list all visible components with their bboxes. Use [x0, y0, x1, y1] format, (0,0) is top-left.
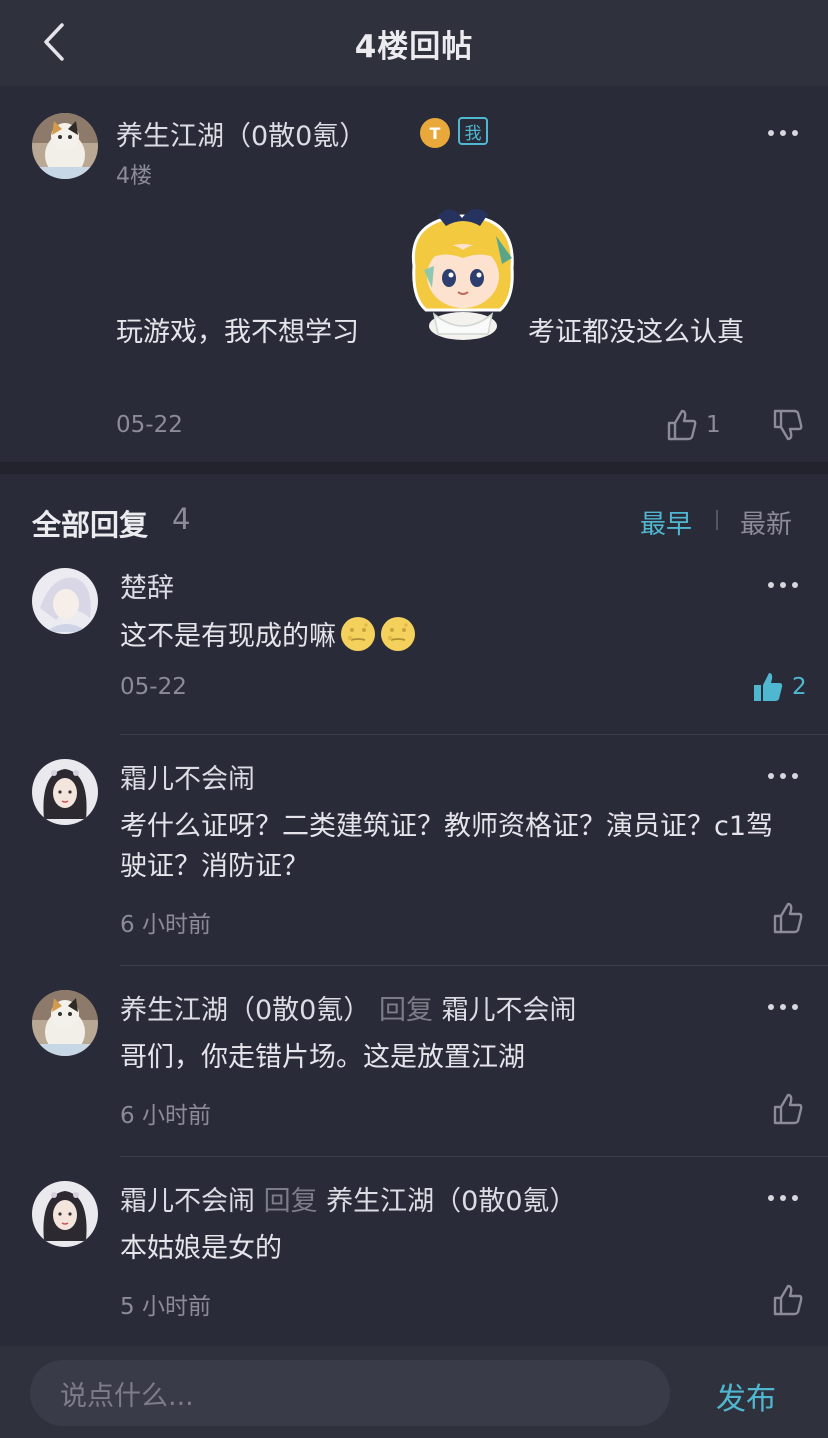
- dot-icon: [768, 1004, 774, 1010]
- thumbs-down-icon: [773, 409, 803, 441]
- moon-face-icon: [341, 617, 375, 651]
- dot-icon: [768, 773, 774, 779]
- reply-to-word: 回复: [263, 1186, 318, 1217]
- publish-button[interactable]: 发布: [716, 1374, 776, 1418]
- like-button[interactable]: [772, 1283, 804, 1317]
- reply-text-content: 这不是有现成的嘛: [120, 621, 336, 652]
- replies-title: 全部回复: [32, 508, 149, 542]
- reply-author-line: 霜儿不会闹 回复 养生江湖（0散0氪）: [120, 1179, 577, 1218]
- replies-count: 4: [172, 502, 191, 536]
- section-divider: [0, 462, 828, 474]
- anime-girl-sticker: [411, 208, 514, 340]
- reply-author-name[interactable]: 霜儿不会闹: [120, 1186, 255, 1217]
- replies-header: 全部回复 4 最早 最新: [0, 474, 828, 560]
- avatar[interactable]: [32, 568, 98, 634]
- avatar[interactable]: [32, 990, 98, 1056]
- reply-author-name[interactable]: 楚辞: [120, 566, 174, 605]
- reply-author-name[interactable]: 养生江湖（0散0氪）: [120, 995, 370, 1026]
- reply-item: 霜儿不会闹 回复 养生江湖（0散0氪） 本姑娘是女的 5 小时前: [0, 1173, 828, 1333]
- reply-target-name[interactable]: 养生江湖（0散0氪）: [326, 1186, 576, 1217]
- reply-target-name[interactable]: 霜儿不会闹: [442, 995, 577, 1026]
- reply-text: 哥们，你走错片场。这是放置江湖: [120, 1042, 525, 1073]
- moon-face-icon: [381, 617, 415, 651]
- dot-icon: [792, 773, 798, 779]
- dot-icon: [780, 130, 786, 136]
- reply-item: 霜儿不会闹 考什么证呀？二类建筑证？教师资格证？演员证？c1驾驶证？消防证？ 6…: [0, 751, 828, 967]
- thumbs-up-filled-icon: [754, 673, 783, 701]
- anime-avatar-image: [32, 568, 98, 634]
- floor-number: 4楼: [116, 164, 152, 189]
- thumbs-up-icon: [667, 409, 697, 441]
- like-count: 2: [792, 674, 807, 700]
- like-button[interactable]: [752, 670, 784, 704]
- dot-icon: [792, 130, 798, 136]
- comment-input[interactable]: 说点什么...: [30, 1360, 670, 1426]
- back-button[interactable]: [36, 20, 76, 64]
- top-nav-bar: 4楼回帖: [0, 0, 828, 86]
- more-options-button[interactable]: [768, 1002, 798, 1012]
- level-badge: T: [420, 118, 450, 148]
- cat-avatar-image: [32, 113, 98, 179]
- self-badge: 我: [458, 117, 488, 145]
- sort-earliest-tab[interactable]: 最早: [640, 504, 692, 541]
- post-date: 05-22: [116, 412, 183, 438]
- reply-to-word: 回复: [378, 995, 433, 1026]
- dot-icon: [792, 582, 798, 588]
- more-options-button[interactable]: [768, 580, 798, 590]
- like-count: 1: [706, 412, 721, 438]
- girl-avatar-image: [32, 759, 98, 825]
- avatar[interactable]: [32, 759, 98, 825]
- dot-icon: [768, 130, 774, 136]
- post-text-part1: 玩游戏，我不想学习: [116, 317, 359, 348]
- post-author-name[interactable]: 养生江湖（0散0氪）: [116, 114, 366, 153]
- sort-newest-tab[interactable]: 最新: [740, 504, 792, 541]
- reply-text: 本姑娘是女的: [120, 1233, 282, 1264]
- reply-divider: [120, 1156, 828, 1157]
- dot-icon: [792, 1195, 798, 1201]
- like-button[interactable]: [772, 1092, 804, 1126]
- reply-date: 6 小时前: [120, 1103, 211, 1129]
- reply-item: 楚辞 这不是有现成的嘛 05-22 2: [0, 560, 828, 736]
- reply-date: 6 小时前: [120, 912, 211, 938]
- reply-author-line: 养生江湖（0散0氪） 回复 霜儿不会闹: [120, 988, 577, 1027]
- girl-avatar-image: [32, 1181, 98, 1247]
- reply-date: 05-22: [120, 674, 187, 700]
- floor-post: 养生江湖（0散0氪） T 我 4楼 玩游戏，我不想学习 考证都没这么认真 05-…: [0, 86, 828, 462]
- page-title: 4楼回帖: [354, 28, 474, 65]
- sort-divider: [716, 510, 718, 530]
- post-text-part2: 考证都没这么认真: [528, 317, 744, 348]
- comment-composer: 说点什么... 发布: [0, 1346, 828, 1438]
- more-options-button[interactable]: [768, 128, 798, 138]
- reply-text: 这不是有现成的嘛: [120, 616, 800, 657]
- dot-icon: [768, 582, 774, 588]
- dot-icon: [780, 773, 786, 779]
- post-content: 玩游戏，我不想学习 考证都没这么认真: [116, 206, 796, 356]
- dislike-button[interactable]: [772, 408, 804, 442]
- dot-icon: [792, 1004, 798, 1010]
- like-button[interactable]: [772, 901, 804, 935]
- dot-icon: [780, 1004, 786, 1010]
- like-button[interactable]: [666, 408, 698, 442]
- reply-author-name[interactable]: 霜儿不会闹: [120, 757, 255, 796]
- reply-divider: [120, 734, 828, 735]
- dot-icon: [768, 1195, 774, 1201]
- reply-item: 养生江湖（0散0氪） 回复 霜儿不会闹 哥们，你走错片场。这是放置江湖 6 小时…: [0, 982, 828, 1158]
- dot-icon: [780, 582, 786, 588]
- thumbs-up-icon: [773, 1284, 803, 1316]
- cat-avatar-image: [32, 990, 98, 1056]
- chevron-left-icon: [44, 23, 64, 61]
- reply-divider: [120, 965, 828, 966]
- more-options-button[interactable]: [768, 1193, 798, 1203]
- avatar[interactable]: [32, 113, 98, 179]
- avatar[interactable]: [32, 1181, 98, 1247]
- dot-icon: [780, 1195, 786, 1201]
- thumbs-up-icon: [773, 902, 803, 934]
- thumbs-up-icon: [773, 1093, 803, 1125]
- floor-reply-page: 4楼回帖 养生江湖（0散0氪） T 我 4楼 玩游戏，我不想学习 考证都没这么认…: [0, 0, 828, 1438]
- reply-text: 考什么证呀？二类建筑证？教师资格证？演员证？c1驾驶证？消防证？: [120, 811, 774, 882]
- more-options-button[interactable]: [768, 771, 798, 781]
- reply-date: 5 小时前: [120, 1294, 211, 1320]
